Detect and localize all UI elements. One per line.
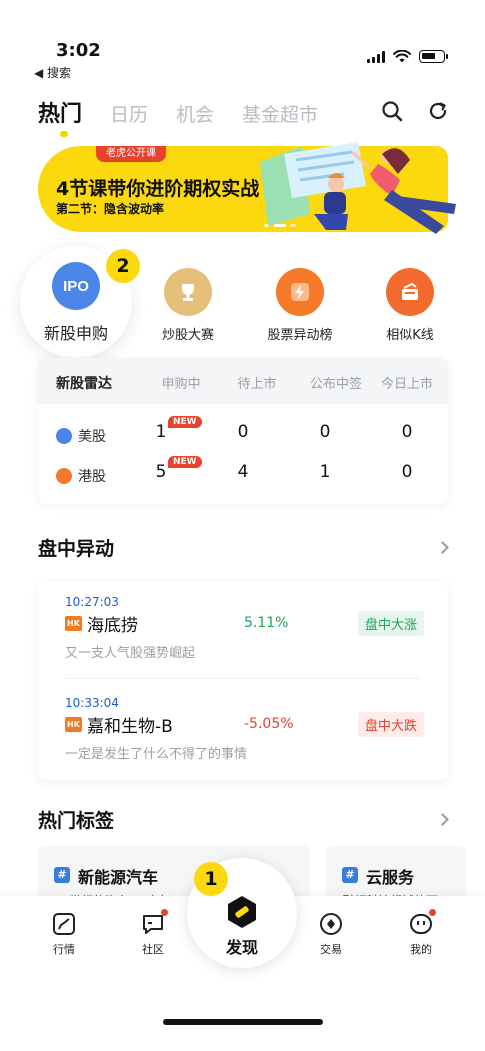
entry-label: 股票异动榜 [267, 328, 333, 343]
radar-row-hk[interactable]: 港股 5 NEW 4 1 0 [38, 454, 448, 494]
status-time: 3:02 [56, 40, 101, 61]
count-allotment-result: 0 [319, 422, 331, 442]
battery-icon [419, 50, 448, 63]
hashtag-icon: # [54, 867, 70, 883]
ipo-icon: IPO [52, 262, 100, 310]
entry-trading-contest[interactable]: 炒股大赛 [138, 268, 238, 343]
count-listing-today: 0 [401, 462, 413, 482]
new-badge: NEW [168, 456, 202, 468]
mover-item[interactable]: 10:33:04 HK 嘉和生物-B -5.05% 盘中大跌 一定是发生了什么不… [38, 683, 448, 781]
count-pending-listing: 4 [237, 462, 249, 482]
mover-time: 10:33:04 [65, 696, 119, 710]
movers-more-arrow-icon[interactable] [436, 541, 449, 554]
entry-similar-kline[interactable]: 相似K线 [360, 268, 460, 343]
movers-card: 10:27:03 HK 海底捞 5.11% 盘中大涨 又一支人气股强势崛起 10… [38, 582, 448, 780]
market-icon [52, 912, 76, 936]
mover-tag: 盘中大涨 [358, 611, 425, 636]
hot-tags-more-arrow-icon[interactable] [436, 813, 449, 826]
hk-market-icon [56, 468, 72, 484]
back-to-search-link[interactable]: ◀ 搜索 [34, 64, 71, 81]
community-icon [141, 909, 168, 936]
profile-icon [409, 909, 436, 936]
tab-hot[interactable]: 热门 [38, 96, 82, 137]
change-percent: -5.05% [244, 716, 294, 732]
market-label: 美股 [78, 429, 106, 445]
entry-label: 炒股大赛 [161, 328, 214, 343]
count-listing-today: 0 [401, 422, 413, 442]
search-icon[interactable] [381, 100, 403, 122]
banner-illustration [260, 142, 456, 234]
top-actions [381, 100, 449, 122]
entry-label: 新股申购 [43, 324, 108, 343]
movers-section-title: 盘中异动 [38, 538, 115, 560]
notification-dot [429, 909, 436, 916]
tabbar-label: 行情 [53, 943, 75, 956]
tabbar-trade[interactable]: 交易 [301, 912, 361, 957]
tab-opportunity[interactable]: 机会 [176, 100, 214, 127]
tabbar-label: 社区 [142, 943, 164, 956]
mover-description: 又一支人气股强势崛起 [65, 646, 196, 661]
banner-tag: 老虎公开课 [96, 146, 166, 162]
radar-row-us[interactable]: 美股 1 NEW 0 0 0 [38, 414, 448, 454]
radar-title: 新股雷达 [56, 376, 112, 392]
tab-fund-market[interactable]: 基金超市 [242, 100, 318, 127]
status-bar: 3:02 ◀ 搜索 [0, 0, 485, 86]
step-badge-2: 2 [106, 249, 140, 283]
step-badge-1: 1 [194, 862, 228, 896]
tag-name: 新能源汽车 [78, 868, 159, 887]
lightning-icon [276, 268, 324, 316]
discover-icon [228, 896, 256, 928]
tabbar-me[interactable]: 我的 [391, 909, 451, 957]
tabbar-community[interactable]: 社区 [123, 909, 183, 957]
ipo-radar-card[interactable]: 新股雷达 申购中 待上市 公布中签 今日上市 美股 1 NEW 0 0 0 港股… [38, 358, 448, 504]
mover-tag: 盘中大跌 [358, 712, 425, 737]
entry-stock-movers-list[interactable]: 股票异动榜 [250, 268, 350, 343]
hot-tags-section-title: 热门标签 [38, 810, 115, 832]
status-icons [367, 50, 448, 63]
us-market-icon [56, 428, 72, 444]
mover-time: 10:27:03 [65, 595, 119, 609]
stock-name: 海底捞 [87, 616, 138, 636]
mover-description: 一定是发生了什么不得了的事情 [65, 747, 248, 762]
signal-icon [367, 50, 385, 63]
trophy-icon [164, 268, 212, 316]
new-badge: NEW [168, 416, 202, 428]
col-subscribing: 申购中 [161, 377, 201, 392]
col-pending-listing: 待上市 [237, 377, 277, 392]
notification-dot [161, 909, 168, 916]
entry-label: 相似K线 [386, 328, 434, 343]
divider [65, 678, 421, 679]
stock-name: 嘉和生物-B [87, 717, 173, 737]
chart-box-icon [386, 268, 434, 316]
tabbar-label: 我的 [410, 943, 432, 956]
mover-item[interactable]: 10:27:03 HK 海底捞 5.11% 盘中大涨 又一支人气股强势崛起 [38, 582, 448, 680]
wifi-icon [393, 50, 411, 63]
col-listing-today: 今日上市 [380, 377, 433, 392]
banner-title: 4节课带你进阶期权实战 [56, 178, 260, 200]
tab-calendar[interactable]: 日历 [110, 100, 148, 127]
trade-icon [319, 912, 343, 936]
count-allotment-result: 1 [319, 462, 331, 482]
radar-header: 新股雷达 申购中 待上市 公布中签 今日上市 [38, 358, 448, 404]
tag-name: 云服务 [366, 868, 415, 887]
tabbar-market[interactable]: 行情 [34, 912, 94, 957]
home-indicator [163, 1019, 323, 1025]
count-pending-listing: 0 [237, 422, 249, 442]
refresh-icon[interactable] [427, 100, 449, 122]
hashtag-icon: # [342, 867, 358, 883]
tabbar-label: 发现 [225, 938, 258, 957]
hk-market-badge: HK [65, 616, 82, 631]
market-label: 港股 [78, 469, 106, 485]
tabbar-label: 交易 [320, 943, 342, 956]
col-allotment-result: 公布中签 [309, 377, 362, 392]
top-tabs: 热门 日历 机会 基金超市 [38, 96, 346, 137]
banner-subtitle: 第二节：隐含波动率 [56, 202, 165, 216]
change-percent: 5.11% [244, 615, 289, 631]
hk-market-badge: HK [65, 717, 82, 732]
